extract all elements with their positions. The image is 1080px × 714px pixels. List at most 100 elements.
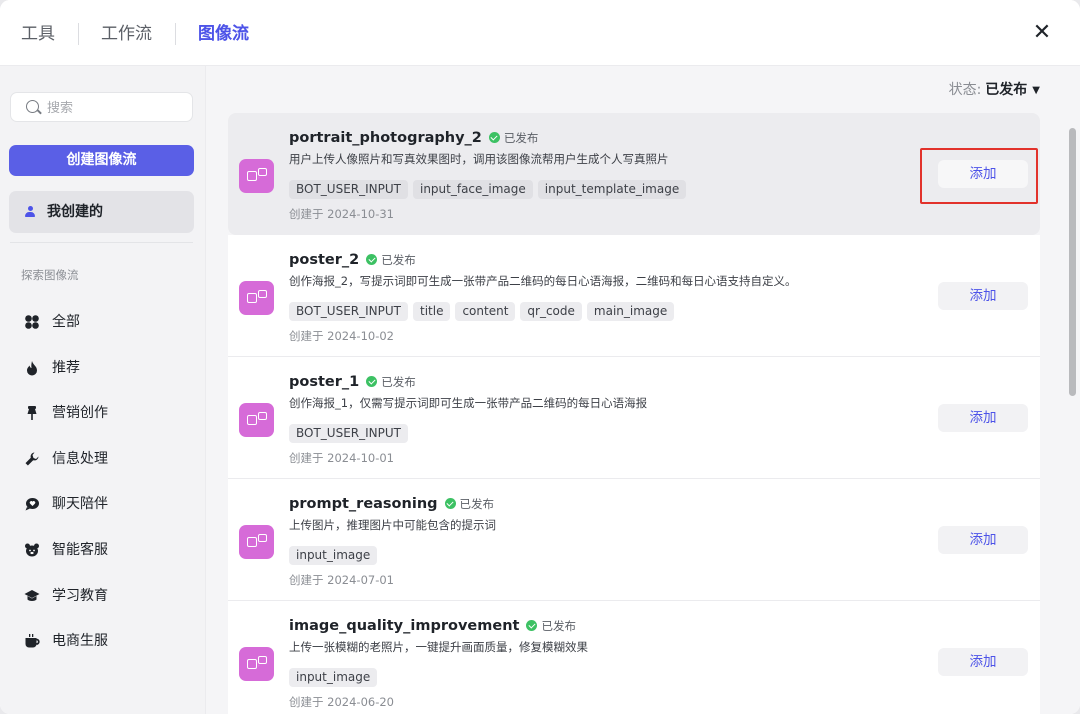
close-icon[interactable]: ✕: [1030, 20, 1054, 46]
item-created-date: 创建于 2024-06-20: [289, 695, 394, 709]
item-title: poster_1: [289, 374, 360, 390]
item-tags: BOT_USER_INPUT: [289, 422, 413, 443]
param-tag: qr_code: [520, 302, 582, 321]
item-title: portrait_photography_2: [289, 130, 482, 146]
item-description: 上传图片，推理图片中可能包含的提示词: [289, 518, 496, 532]
sidebar-item-ecommerce[interactable]: 电商生服: [10, 624, 193, 658]
chat-heart-icon: [24, 496, 40, 512]
param-tag: BOT_USER_INPUT: [289, 302, 408, 321]
sidebar-item-chat[interactable]: 聊天陪伴: [10, 487, 193, 521]
list-item[interactable]: poster_1 已发布 创作海报_1，仅需写提示词即可生成一张带产品二维码的每日…: [228, 357, 1040, 479]
status-filter[interactable]: 状态: 已发布 ▼: [949, 80, 1040, 101]
divider: [10, 242, 193, 243]
item-description: 上传一张模糊的老照片，一键提升画面质量，修复模糊效果: [289, 640, 588, 654]
item-title-row: portrait_photography_2 已发布: [289, 127, 538, 147]
search-box[interactable]: [10, 92, 193, 122]
status-badge-label: 已发布: [381, 253, 416, 267]
item-title-row: image_quality_improvement 已发布: [289, 615, 576, 635]
status-badge: 已发布: [526, 616, 576, 636]
sidebar-item-label: 学习教育: [52, 588, 108, 604]
param-tag: title: [412, 302, 451, 321]
imageflow-icon: [239, 281, 274, 315]
scrollbar-thumb[interactable]: [1069, 128, 1076, 396]
status-filter-value: 已发布: [985, 82, 1028, 98]
status-badge: 已发布: [366, 372, 416, 392]
sidebar-item-my-created[interactable]: 我创建的: [9, 191, 194, 233]
item-tags: BOT_USER_INPUT title content qr_code main_im…: [289, 300, 679, 321]
graduation-cap-icon: [24, 588, 40, 604]
tab-divider: [78, 23, 79, 45]
sidebar-item-label: 全部: [52, 314, 80, 330]
param-tag: content: [455, 302, 516, 321]
sidebar-item-label: 我创建的: [47, 204, 103, 220]
wrench-icon: [24, 451, 40, 467]
imageflow-icon: [239, 159, 274, 193]
imageflow-icon: [239, 525, 274, 559]
item-title: poster_2: [289, 252, 360, 268]
imageflow-list-panel: 状态: 已发布 ▼ portrait_photography_2 已发布 用户上传人像…: [206, 66, 1080, 714]
sidebar: 创建图像流 我创建的 探索图像流 全部 推荐 营销创作: [0, 66, 206, 714]
add-button[interactable]: 添加: [938, 404, 1028, 432]
check-circle-icon: [366, 376, 378, 387]
list-item[interactable]: portrait_photography_2 已发布 用户上传人像照片和写真效果图…: [228, 113, 1040, 235]
list-item[interactable]: prompt_reasoning 已发布 上传图片，推理图片中可能包含的提示词 i…: [228, 479, 1040, 601]
item-created-date: 创建于 2024-10-31: [289, 207, 394, 221]
item-tags: input_image: [289, 666, 382, 687]
sidebar-item-customer-service[interactable]: 智能客服: [10, 533, 193, 567]
param-tag: BOT_USER_INPUT: [289, 424, 408, 443]
item-title: image_quality_improvement: [289, 618, 520, 634]
imageflow-dialog: 工具 工作流 图像流 ✕ 创建图像流 我创建的 探索图像流 全部 推荐: [0, 0, 1080, 714]
imageflow-icon: [239, 403, 274, 437]
status-badge-label: 已发布: [541, 619, 576, 633]
tab-tools[interactable]: 工具: [21, 22, 55, 46]
add-button[interactable]: 添加: [938, 648, 1028, 676]
add-button[interactable]: 添加: [938, 526, 1028, 554]
status-badge: 已发布: [366, 250, 416, 270]
search-input[interactable]: [47, 97, 187, 119]
coffee-cup-icon: [24, 633, 40, 649]
item-title-row: poster_2 已发布: [289, 249, 416, 269]
param-tag: input_image: [289, 546, 378, 565]
scrollbar[interactable]: [1064, 112, 1080, 714]
user-icon: [25, 206, 35, 218]
sidebar-item-label: 电商生服: [52, 633, 108, 649]
tab-imageflow[interactable]: 图像流: [198, 22, 249, 46]
status-badge-label: 已发布: [459, 497, 495, 511]
add-button[interactable]: 添加: [938, 282, 1028, 310]
item-created-date: 创建于 2024-10-01: [289, 451, 394, 465]
check-circle-icon: [366, 254, 378, 265]
tab-workflow[interactable]: 工作流: [101, 22, 152, 46]
sidebar-item-recommend[interactable]: 推荐: [10, 351, 193, 385]
create-imageflow-button[interactable]: 创建图像流: [9, 145, 194, 176]
list-item[interactable]: image_quality_improvement 已发布 上传一张模糊的老照片，…: [228, 601, 1040, 714]
sidebar-item-marketing[interactable]: 营销创作: [10, 396, 193, 430]
sidebar-item-label: 智能客服: [52, 542, 108, 558]
sidebar-item-label: 信息处理: [52, 451, 108, 467]
item-description: 创作海报_1，仅需写提示词即可生成一张带产品二维码的每日心语海报: [289, 396, 648, 410]
item-tags: input_image: [289, 544, 382, 565]
sidebar-item-education[interactable]: 学习教育: [10, 579, 193, 613]
list-item[interactable]: poster_2 已发布 创作海报_2，写提示词即可生成一张带产品二维码的每日心语…: [228, 235, 1040, 357]
check-circle-icon: [526, 620, 538, 631]
item-title: prompt_reasoning: [289, 496, 438, 512]
bear-icon: [24, 542, 40, 558]
param-tag: BOT_USER_INPUT: [289, 180, 408, 199]
param-tag: input_template_image: [537, 180, 687, 199]
tab-divider: [175, 23, 176, 45]
status-badge: 已发布: [488, 128, 539, 148]
item-title-row: poster_1 已发布: [289, 371, 416, 391]
status-badge-label: 已发布: [503, 131, 539, 145]
check-circle-icon: [444, 498, 456, 509]
sidebar-item-all[interactable]: 全部: [10, 305, 193, 339]
status-badge-label: 已发布: [381, 375, 416, 389]
imageflow-icon: [239, 647, 274, 681]
sidebar-item-info-processing[interactable]: 信息处理: [10, 442, 193, 476]
sidebar-item-label: 推荐: [52, 360, 80, 376]
grid-icon: [24, 314, 40, 330]
pin-icon: [24, 405, 40, 421]
status-badge: 已发布: [444, 494, 495, 514]
section-heading: 探索图像流: [21, 268, 79, 282]
add-button[interactable]: 添加: [938, 160, 1028, 188]
sidebar-item-label: 聊天陪伴: [52, 496, 108, 512]
caret-down-icon: ▼: [1032, 85, 1040, 96]
